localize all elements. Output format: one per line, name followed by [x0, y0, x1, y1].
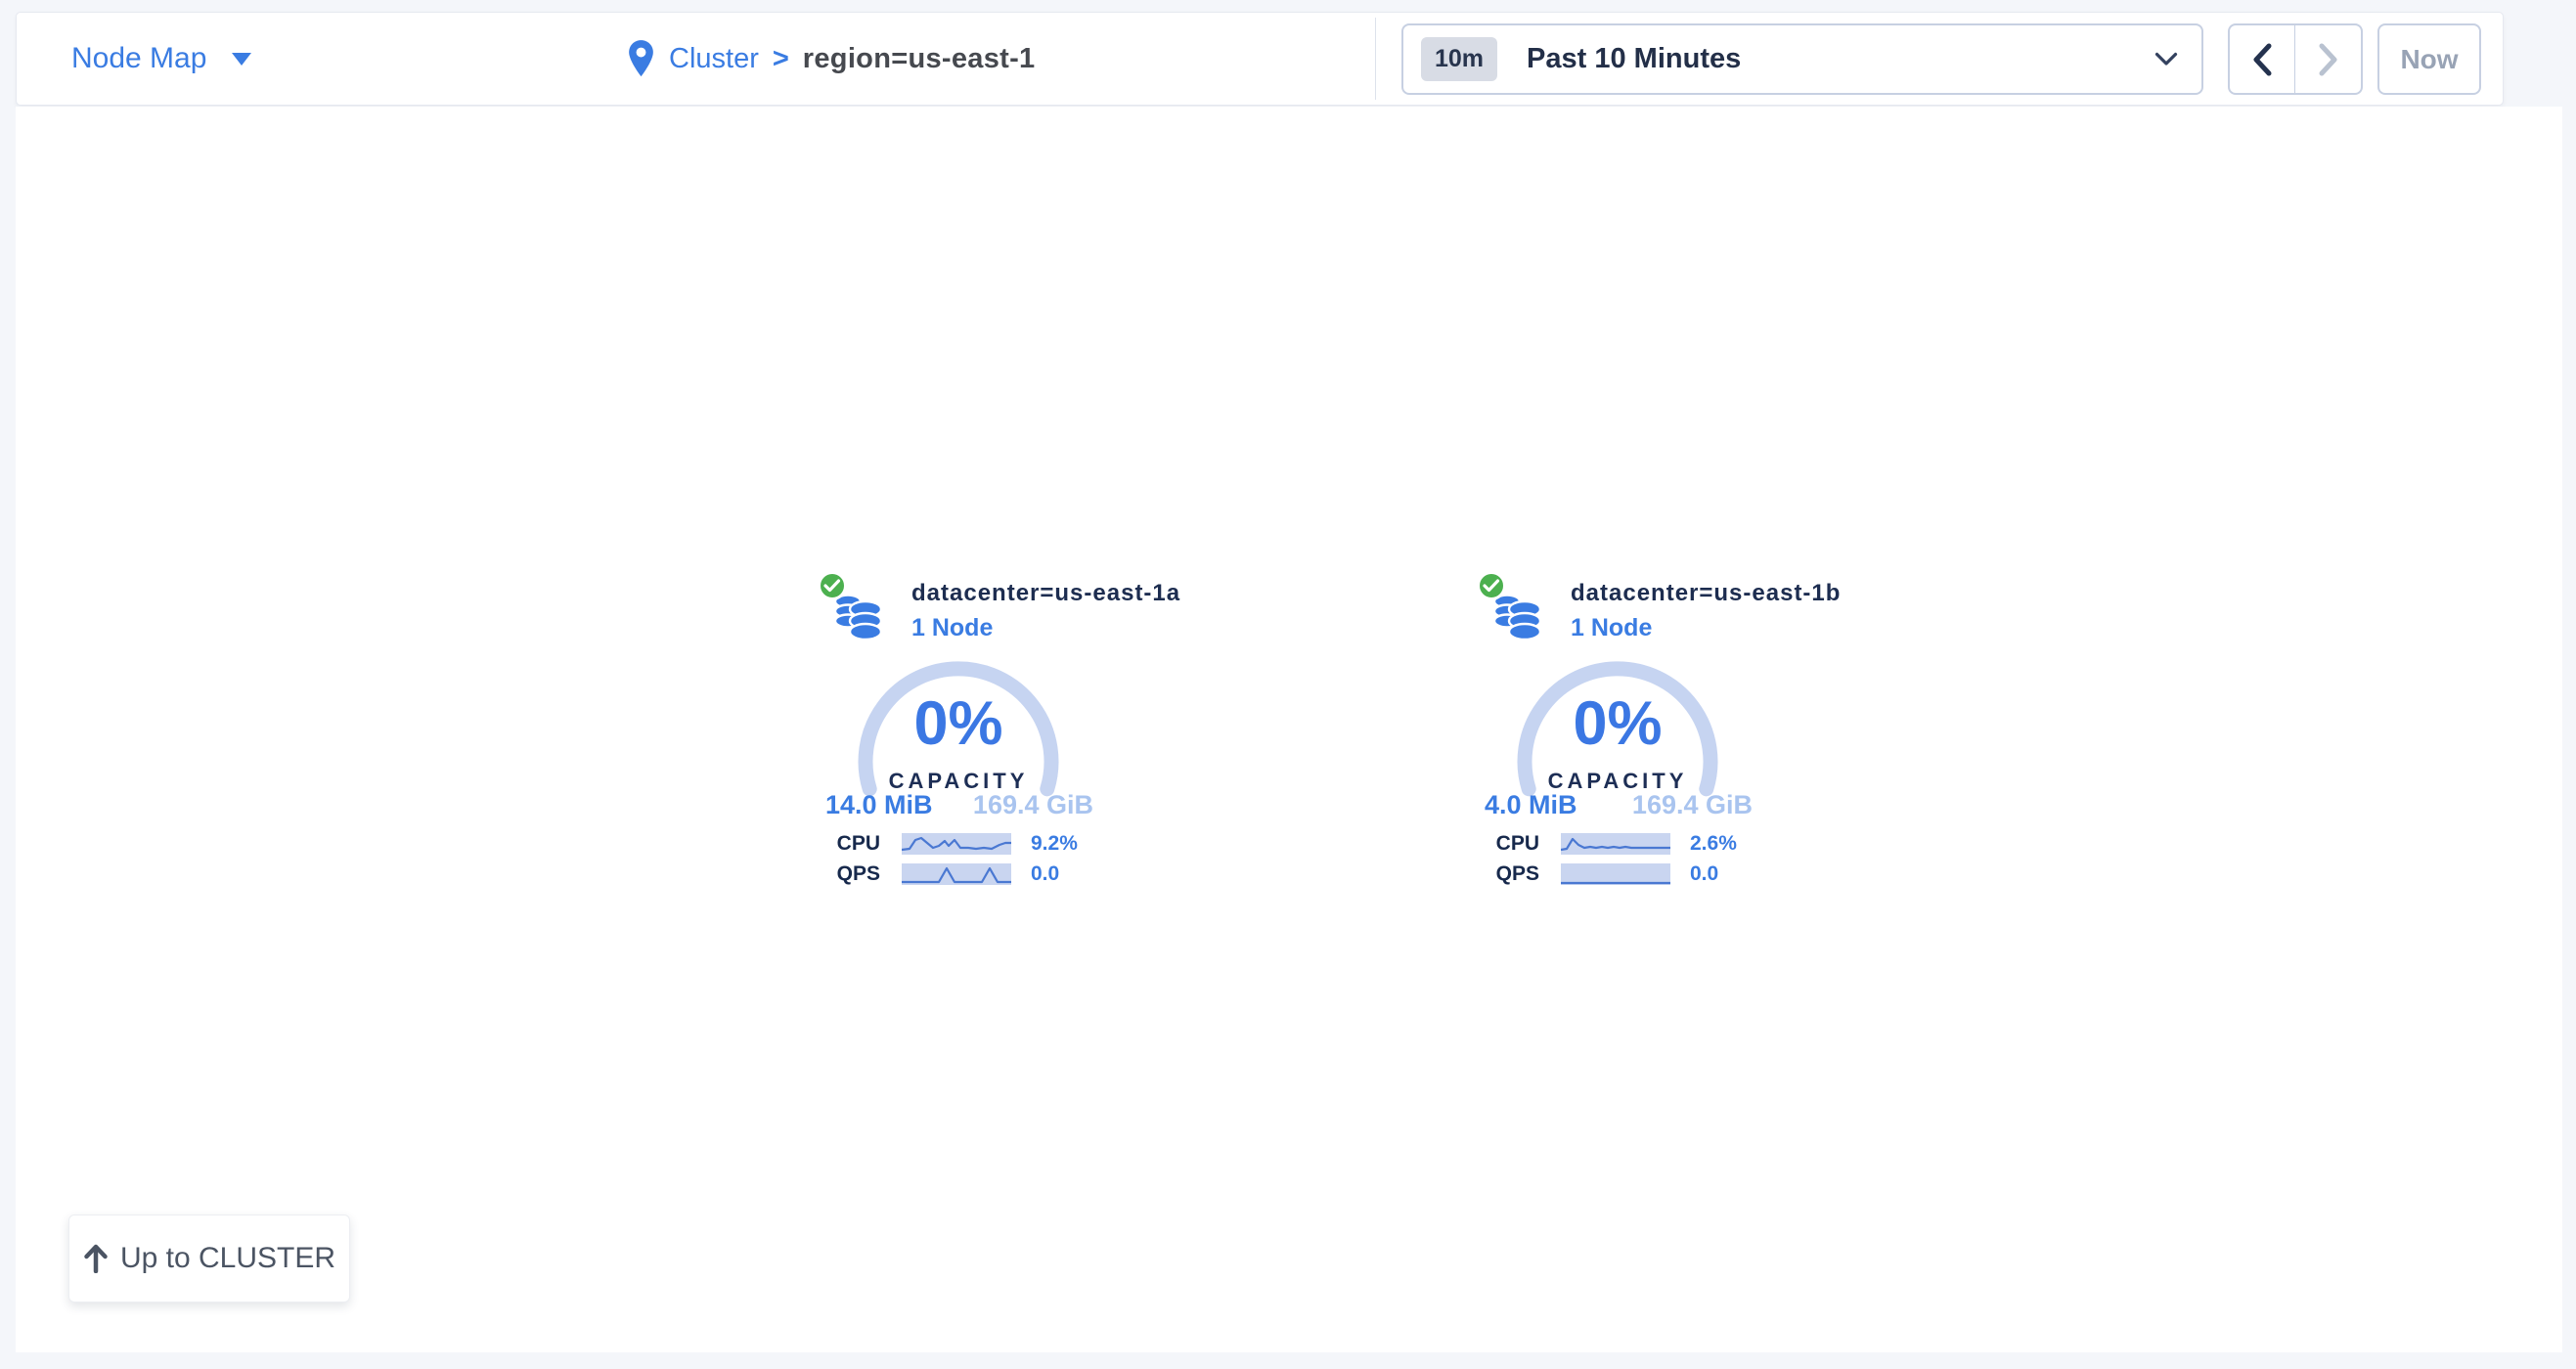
chevron-left-icon: [2251, 42, 2273, 77]
check-circle-icon: [1477, 571, 1506, 600]
caret-down-icon: [232, 53, 251, 66]
breadcrumb: Cluster > region=us-east-1: [627, 13, 1035, 105]
metric-label: CPU: [1455, 832, 1539, 856]
check-circle-icon: [818, 571, 847, 600]
chevron-down-icon: [2154, 52, 2178, 66]
metric-value: 9.2%: [1031, 832, 1078, 856]
cpu-sparkline: [1561, 833, 1670, 855]
capacity-total: 169.4 GiB: [973, 790, 1093, 820]
time-forward-button[interactable]: [2295, 25, 2361, 93]
arrow-up-icon: [83, 1244, 109, 1273]
qps-sparkline: [902, 863, 1011, 885]
capacity-percent: 0%: [1509, 688, 1726, 759]
view-selector-dropdown[interactable]: Node Map: [71, 13, 251, 105]
breadcrumb-separator: >: [773, 43, 789, 75]
chevron-right-icon: [2318, 42, 2339, 77]
locality-header: datacenter=us-east-1b 1 Node: [1455, 567, 1780, 645]
metric-row-qps: QPS 0.0: [796, 863, 1059, 885]
time-window-label: Past 10 Minutes: [1527, 43, 1741, 75]
metric-label: CPU: [796, 832, 880, 856]
metric-value: 2.6%: [1690, 832, 1737, 856]
locality-card-us-east-1b[interactable]: datacenter=us-east-1b 1 Node 0% CAPACITY…: [1455, 567, 1780, 645]
time-window-badge: 10m: [1421, 37, 1497, 81]
locality-title: datacenter=us-east-1a: [911, 580, 1180, 607]
map-pin-icon: [627, 39, 655, 78]
toolbar-divider: [1375, 18, 1376, 100]
locality-title: datacenter=us-east-1b: [1571, 580, 1841, 607]
time-window-dropdown[interactable]: 10m Past 10 Minutes: [1401, 23, 2203, 95]
metric-row-qps: QPS 0.0: [1455, 863, 1718, 885]
qps-sparkline: [1561, 863, 1670, 885]
capacity-percent: 0%: [850, 688, 1067, 759]
database-stack-icon: [1492, 591, 1543, 640]
breadcrumb-cluster-link[interactable]: Cluster: [669, 43, 759, 75]
now-button[interactable]: Now: [2377, 23, 2481, 95]
capacity-values: 4.0 MiB 169.4 GiB: [1485, 790, 1753, 820]
cpu-sparkline: [902, 833, 1011, 855]
metric-row-cpu: CPU 2.6%: [1455, 833, 1737, 855]
capacity-used: 14.0 MiB: [825, 790, 933, 820]
capacity-total: 169.4 GiB: [1632, 790, 1753, 820]
metric-label: QPS: [1455, 862, 1539, 886]
capacity-gauge: 0% CAPACITY: [1509, 653, 1726, 812]
capacity-used: 4.0 MiB: [1485, 790, 1577, 820]
view-selector-label: Node Map: [71, 42, 206, 75]
locality-card-us-east-1a[interactable]: datacenter=us-east-1a 1 Node 0% CAPACITY…: [796, 567, 1121, 645]
capacity-values: 14.0 MiB 169.4 GiB: [825, 790, 1093, 820]
up-to-cluster-label: Up to CLUSTER: [120, 1242, 335, 1275]
capacity-gauge: 0% CAPACITY: [850, 653, 1067, 812]
metric-label: QPS: [796, 862, 880, 886]
locality-header: datacenter=us-east-1a 1 Node: [796, 567, 1121, 645]
metric-value: 0.0: [1690, 862, 1718, 886]
toolbar: Node Map Cluster > region=us-east-1 10m …: [16, 12, 2504, 106]
node-map-canvas: [16, 107, 2562, 1352]
database-stack-icon: [833, 591, 884, 640]
time-back-button[interactable]: [2230, 25, 2295, 93]
up-to-cluster-button[interactable]: Up to CLUSTER: [68, 1214, 350, 1303]
metric-row-cpu: CPU 9.2%: [796, 833, 1078, 855]
locality-node-count[interactable]: 1 Node: [911, 614, 1180, 642]
breadcrumb-current: region=us-east-1: [803, 43, 1036, 75]
time-range-nav: [2228, 23, 2363, 95]
metric-value: 0.0: [1031, 862, 1059, 886]
locality-node-count[interactable]: 1 Node: [1571, 614, 1841, 642]
